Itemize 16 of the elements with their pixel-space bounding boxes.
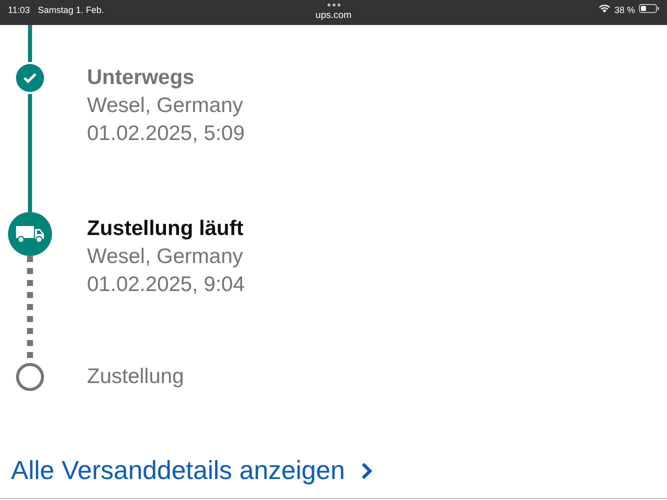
step-datetime: 01.02.2025, 9:04 bbox=[87, 272, 245, 298]
battery-icon bbox=[639, 4, 659, 13]
battery-percent: 38 % bbox=[614, 4, 635, 17]
chevron-right-icon[interactable] bbox=[360, 462, 373, 480]
status-date: Samstag 1. Feb. bbox=[38, 4, 104, 17]
step-location: Wesel, Germany bbox=[87, 93, 244, 119]
step-location: Wesel, Germany bbox=[87, 244, 244, 270]
step-title: Zustellung bbox=[87, 364, 184, 390]
step-datetime: 01.02.2025, 5:09 bbox=[87, 121, 245, 147]
url-text[interactable]: ups.com bbox=[316, 11, 352, 20]
step-title: Unterwegs bbox=[87, 65, 196, 91]
step-title: Zustellung läuft bbox=[87, 216, 244, 242]
wifi-icon bbox=[599, 4, 610, 13]
shipment-details-link[interactable]: Alle Versanddetails anzeigen bbox=[11, 451, 345, 490]
more-icon[interactable] bbox=[326, 3, 340, 7]
status-time: 11:03 bbox=[8, 4, 30, 17]
